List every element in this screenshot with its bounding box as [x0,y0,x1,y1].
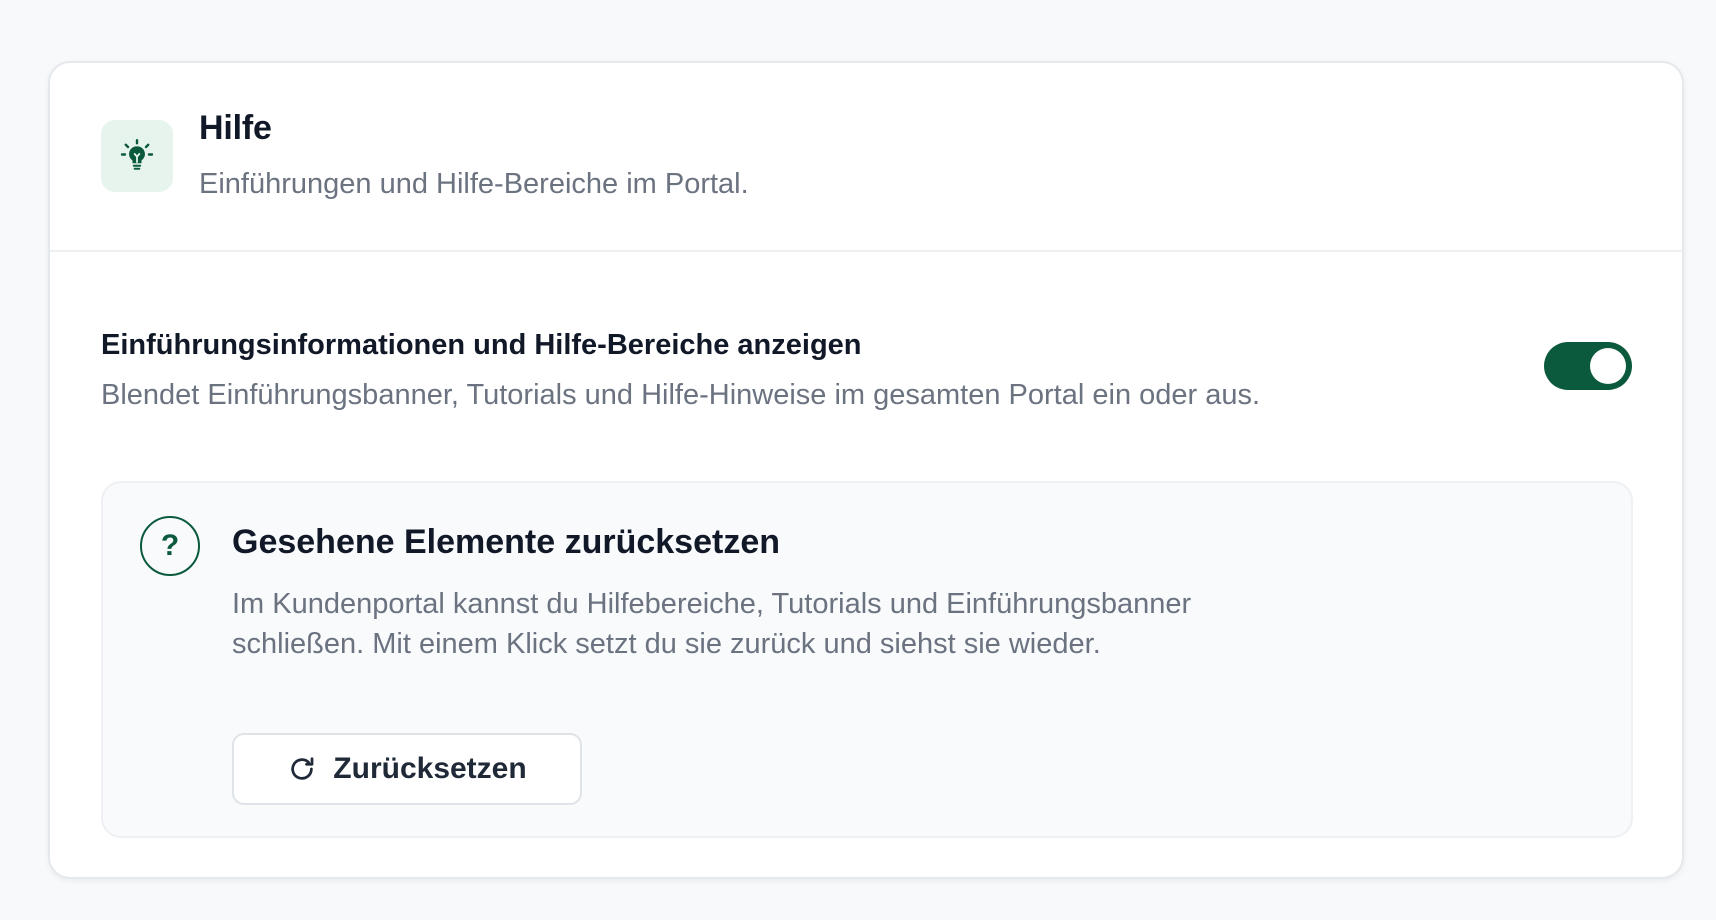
setting-title: Einführungsinformationen und Hilfe-Berei… [101,329,862,361]
page-subtitle: Einführungen und Hilfe-Bereiche im Porta… [199,168,749,200]
help-settings-card: Hilfe Einführungen und Hilfe-Bereiche im… [48,61,1684,879]
reset-description: Im Kundenportal kannst du Hilfebereiche,… [232,588,1192,660]
setting-description: Blendet Einführungsbanner, Tutorials und… [101,379,1261,411]
help-visibility-setting: Einführungsinformationen und Hilfe-Berei… [101,329,1632,419]
reset-button-label: Zurücksetzen [333,752,527,785]
reset-title: Gesehene Elemente zurücksetzen [232,523,781,561]
page-title: Hilfe [199,109,272,147]
reset-button[interactable]: Zurücksetzen [232,733,582,805]
refresh-icon [287,754,317,784]
lightbulb-icon [101,120,173,192]
card-header: Hilfe Einführungen und Hilfe-Bereiche im… [50,63,1682,252]
help-visibility-toggle[interactable] [1544,342,1632,390]
reset-seen-elements-panel: ? Gesehene Elemente zurücksetzen Im Kund… [101,481,1633,838]
toggle-knob [1590,348,1626,384]
question-icon: ? [140,516,200,576]
